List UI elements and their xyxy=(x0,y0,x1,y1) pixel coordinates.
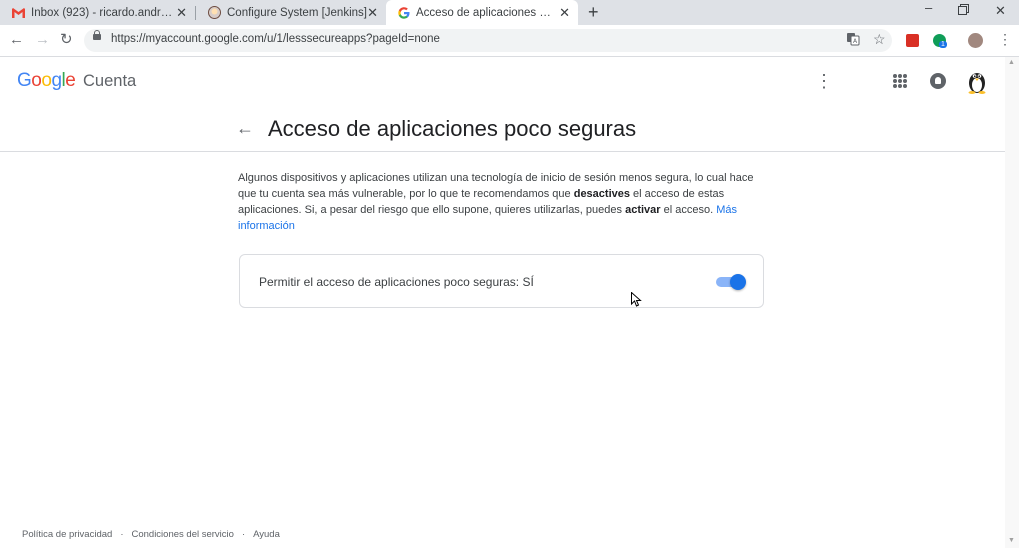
terms-link[interactable]: Condiciones del servicio xyxy=(131,529,233,540)
footer: Política de privacidad · Condiciones del… xyxy=(22,529,280,540)
back-arrow-icon[interactable]: ← xyxy=(236,118,254,138)
tab-gmail[interactable]: Inbox (923) - ricardo.andre.gonz ✕ xyxy=(0,0,195,25)
google-icon xyxy=(398,6,410,19)
profile-avatar-icon[interactable] xyxy=(968,33,983,48)
tab-strip: Inbox (923) - ricardo.andre.gonz ✕ Confi… xyxy=(0,0,1019,25)
notifications-icon[interactable] xyxy=(930,73,946,89)
setting-label: Permitir el acceso de aplicaciones poco … xyxy=(259,275,534,289)
address-bar[interactable]: https://myaccount.google.com/u/1/lesssec… xyxy=(84,29,892,52)
mouse-cursor-icon xyxy=(631,292,642,307)
description-bold: desactives xyxy=(573,188,630,200)
gmail-icon xyxy=(12,7,25,18)
privacy-link[interactable]: Política de privacidad xyxy=(22,529,112,540)
logo-letter: o xyxy=(31,70,42,91)
page-title: Acceso de aplicaciones poco seguras xyxy=(268,116,637,141)
product-name: Cuenta xyxy=(83,72,137,90)
back-icon[interactable]: ← xyxy=(9,31,24,49)
account-header: Google Cuenta ⋮ xyxy=(0,57,1005,107)
restore-icon[interactable] xyxy=(958,3,969,18)
reload-icon[interactable]: ↻ xyxy=(60,31,73,49)
lock-icon xyxy=(93,30,101,40)
scrollbar[interactable]: ▲ ▼ xyxy=(1005,57,1019,548)
footer-separator: · xyxy=(120,529,124,540)
google-logo[interactable]: Google xyxy=(17,70,76,92)
jenkins-icon xyxy=(208,6,221,19)
tab-close-icon[interactable]: ✕ xyxy=(559,5,570,20)
tab-gmail-title: Inbox (923) - ricardo.andre.gonz xyxy=(31,6,176,19)
more-options-icon[interactable]: ⋮ xyxy=(815,70,833,92)
scroll-down-icon[interactable]: ▼ xyxy=(1008,537,1015,544)
toggle-thumb xyxy=(730,274,746,290)
tab-active-title: Acceso de aplicaciones poco seg xyxy=(416,6,556,19)
tab-close-icon[interactable]: ✕ xyxy=(176,5,187,20)
scroll-up-icon[interactable]: ▲ xyxy=(1008,59,1015,66)
footer-separator: · xyxy=(241,529,246,540)
tab-close-icon[interactable]: ✕ xyxy=(367,5,378,20)
logo-letter: e xyxy=(65,70,76,91)
account-avatar-penguin-icon[interactable] xyxy=(964,68,990,94)
description-text: el acceso. xyxy=(660,204,717,216)
minimize-icon[interactable]: – xyxy=(925,0,932,15)
extension-badge: 1 xyxy=(939,41,947,48)
lastpass-extension-icon[interactable] xyxy=(906,34,919,47)
translate-icon[interactable]: A xyxy=(846,32,860,49)
logo-letter: g xyxy=(51,70,62,91)
logo-letter: o xyxy=(41,70,52,91)
forward-icon[interactable]: → xyxy=(35,31,50,49)
description: Algunos dispositivos y aplicaciones util… xyxy=(238,170,768,234)
less-secure-apps-setting: Permitir el acceso de aplicaciones poco … xyxy=(239,254,764,308)
new-tab-button[interactable]: + xyxy=(588,2,599,22)
tab-active[interactable]: Acceso de aplicaciones poco seg ✕ xyxy=(386,0,578,25)
description-bold: activar xyxy=(625,204,661,216)
url-text: https://myaccount.google.com/u/1/lesssec… xyxy=(111,33,440,45)
less-secure-apps-toggle[interactable] xyxy=(716,274,746,290)
bookmark-star-icon[interactable]: ☆ xyxy=(873,31,886,48)
tab-jenkins-title: Configure System [Jenkins] xyxy=(227,6,367,19)
window-close-icon[interactable]: ✕ xyxy=(995,3,1006,19)
apps-grid-icon[interactable] xyxy=(893,74,907,88)
tab-jenkins[interactable]: Configure System [Jenkins] ✕ xyxy=(196,0,386,25)
logo-letter: G xyxy=(17,70,32,91)
browser-menu-icon[interactable]: ⋮ xyxy=(998,31,1012,47)
help-link[interactable]: Ayuda xyxy=(253,529,280,540)
browser-toolbar: ← → ↻ https://myaccount.google.com/u/1/l… xyxy=(0,25,1019,57)
divider xyxy=(0,151,1005,152)
